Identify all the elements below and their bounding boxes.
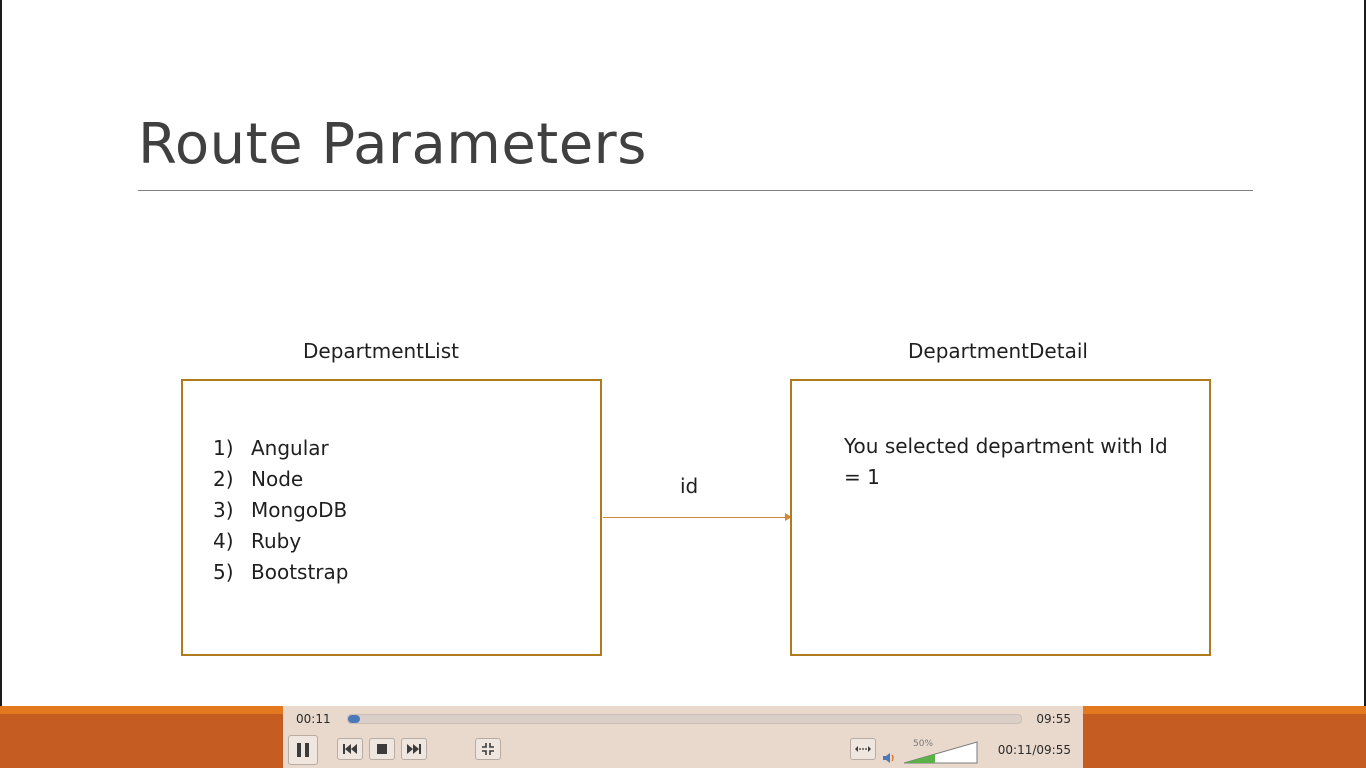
department-detail-text: You selected department with Id = 1: [844, 434, 1168, 489]
arrow-line: [603, 517, 786, 518]
department-detail-label: DepartmentDetail: [908, 339, 1088, 363]
title-divider: [138, 190, 1253, 191]
list-item-text: Ruby: [251, 529, 302, 553]
elapsed-time: 00:11: [296, 712, 331, 726]
pause-icon: [297, 743, 309, 757]
list-item-text: Bootstrap: [251, 560, 349, 584]
volume-slider[interactable]: 50%: [887, 739, 979, 764]
list-item-number: 5): [213, 560, 234, 584]
time-readout: 00:11/09:55: [997, 743, 1071, 757]
aspect-ratio-icon: [855, 746, 871, 752]
list-item-number: 1): [213, 436, 234, 460]
arrow-label: id: [680, 474, 699, 498]
list-item-text: MongoDB: [251, 498, 348, 522]
department-detail-box: You selected department with Id = 1: [790, 379, 1211, 656]
skip-next-icon: [407, 744, 421, 754]
slide-title: Route Parameters: [138, 112, 647, 177]
list-item-number: 2): [213, 467, 234, 491]
skip-previous-icon: [343, 744, 357, 754]
department-list-label: DepartmentList: [303, 339, 459, 363]
list-item: 2) Node: [213, 464, 348, 495]
list-item: 1) Angular: [213, 433, 348, 464]
next-button[interactable]: [401, 738, 427, 760]
exit-fullscreen-icon: [482, 743, 494, 755]
list-item-number: 3): [213, 498, 234, 522]
aspect-ratio-button[interactable]: [850, 738, 876, 760]
presentation-slide: Route Parameters DepartmentList 1) Angula…: [0, 0, 1366, 706]
exit-fullscreen-button[interactable]: [475, 738, 501, 760]
list-item: 3) MongoDB: [213, 495, 348, 526]
media-player-controls: 00:11 09:55 50% 00:11/09:55: [283, 706, 1083, 768]
list-item-text: Node: [251, 467, 304, 491]
department-list: 1) Angular 2) Node 3) MongoDB 4) Ruby 5) Boot…: [213, 433, 348, 588]
list-item: 4) Ruby: [213, 526, 348, 557]
pause-button[interactable]: [288, 735, 318, 765]
department-list-box: 1) Angular 2) Node 3) MongoDB 4) Ruby 5) Boot…: [181, 379, 602, 656]
list-item-number: 4): [213, 529, 234, 553]
seek-bar[interactable]: [347, 714, 1022, 724]
seek-bar-progress: [348, 715, 360, 723]
total-time: 09:55: [1036, 712, 1071, 726]
stop-button[interactable]: [369, 738, 395, 760]
volume-triangle: [903, 741, 978, 764]
list-item-text: Angular: [251, 436, 329, 460]
previous-button[interactable]: [337, 738, 363, 760]
stop-icon: [377, 744, 387, 754]
list-item: 5) Bootstrap: [213, 557, 348, 588]
